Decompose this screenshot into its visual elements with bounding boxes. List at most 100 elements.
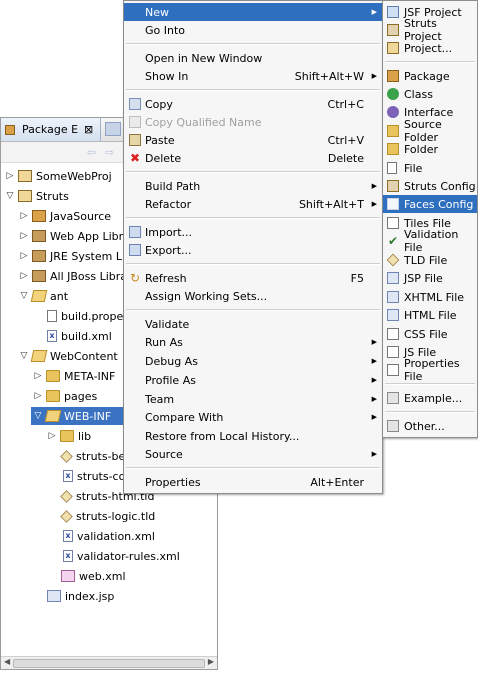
tree-item-index-jsp[interactable]: index.jsp — [47, 587, 114, 605]
tld-file-icon — [386, 253, 400, 267]
tree-item-struts-config[interactable]: x struts-co — [61, 467, 125, 485]
collapse-toggle-icon[interactable]: ▽ — [33, 411, 43, 421]
menu-item-go-into[interactable]: Go Into — [124, 21, 382, 39]
submenu-item-xhtml-file[interactable]: XHTML File — [383, 288, 477, 306]
tree-item-web-app-libraries[interactable]: ▷ Web App Libra — [19, 227, 130, 245]
submenu-item-faces-config[interactable]: Faces Config — [383, 195, 477, 213]
expand-toggle-icon[interactable]: ▷ — [33, 371, 43, 381]
hierarchy-view-tab-icon[interactable] — [105, 122, 121, 136]
tree-item-build-properties[interactable]: build.proper — [45, 307, 128, 325]
project-icon — [18, 190, 32, 202]
menu-item-delete[interactable]: ✖ Delete Delete — [124, 149, 382, 167]
menu-item-open-in-new-window[interactable]: Open in New Window — [124, 49, 382, 67]
tree-item-somewebproj[interactable]: ▷ SomeWebProj — [5, 167, 112, 185]
tree-item-meta-inf[interactable]: ▷ META-INF — [33, 367, 116, 385]
tree-item-javasource[interactable]: ▷ JavaSource — [19, 207, 111, 225]
collapse-toggle-icon[interactable]: ▽ — [19, 291, 29, 301]
collapse-toggle-icon[interactable]: ▽ — [19, 351, 29, 361]
menu-item-build-path[interactable]: Build Path ▶ — [124, 177, 382, 195]
package-explorer-tab[interactable]: Package E ⊠ — [1, 118, 101, 141]
tree-item-jre-system-library[interactable]: ▷ JRE System Lib — [19, 247, 133, 265]
menu-separator — [126, 309, 380, 311]
expand-toggle-icon[interactable]: ▷ — [19, 211, 29, 221]
menu-item-validate[interactable]: Validate — [124, 315, 382, 333]
scrollbar-thumb[interactable] — [13, 659, 205, 668]
menu-item-compare-with[interactable]: Compare With ▶ — [124, 408, 382, 426]
menu-item-debug-as[interactable]: Debug As ▶ — [124, 352, 382, 370]
back-arrow-icon[interactable]: ⇦ — [87, 146, 96, 159]
xml-file-icon: x — [63, 470, 73, 482]
submenu-item-folder[interactable]: Folder — [383, 140, 477, 158]
expand-toggle-icon[interactable]: ▷ — [19, 231, 29, 241]
menu-item-restore-local-history[interactable]: Restore from Local History... — [124, 427, 382, 445]
menu-item-refresh[interactable]: ↻ Refresh F5 — [124, 269, 382, 287]
scroll-right-icon[interactable]: ▶ — [208, 657, 214, 666]
submenu-item-class[interactable]: Class — [383, 85, 477, 103]
expand-toggle-icon[interactable]: ▷ — [33, 391, 43, 401]
submenu-item-struts-project[interactable]: Struts Project — [383, 17, 477, 43]
menu-item-team[interactable]: Team ▶ — [124, 390, 382, 408]
expand-toggle-icon[interactable]: ▷ — [19, 271, 29, 281]
tree-item-build-xml[interactable]: x build.xml — [45, 327, 112, 345]
submenu-item-validation-file[interactable]: ✔ Validation File — [383, 228, 477, 254]
tree-item-struts[interactable]: ▽ Struts — [5, 187, 69, 205]
menu-item-export[interactable]: Export... — [124, 241, 382, 259]
interface-icon — [387, 106, 399, 118]
tree-item-webcontent[interactable]: ▽ WebContent — [19, 347, 118, 365]
menu-item-copy-qualified-name[interactable]: Copy Qualified Name — [124, 113, 382, 131]
expand-toggle-icon[interactable]: ▷ — [5, 171, 15, 181]
menu-separator — [126, 171, 380, 173]
close-icon[interactable]: ⊠ — [84, 123, 93, 136]
forward-arrow-icon[interactable]: ⇨ — [105, 146, 114, 159]
copy-qualified-icon — [129, 116, 141, 128]
menu-separator — [385, 383, 475, 385]
package-explorer-tab-label: Package E — [22, 123, 79, 136]
submenu-item-properties-file[interactable]: Properties File — [383, 357, 477, 383]
folder-icon — [46, 370, 60, 382]
project-icon — [18, 170, 32, 182]
submenu-item-tld-file[interactable]: TLD File — [383, 251, 477, 269]
menu-item-show-in[interactable]: Show In Shift+Alt+W ▶ — [124, 67, 382, 85]
menu-item-import[interactable]: Import... — [124, 223, 382, 241]
tree-item-web-xml[interactable]: web.xml — [61, 567, 126, 585]
submenu-item-css-file[interactable]: CSS File — [383, 325, 477, 343]
tree-item-struts-logic-tld[interactable]: struts-logic.tld — [60, 507, 155, 525]
tree-item-pages[interactable]: ▷ pages — [33, 387, 98, 405]
submenu-item-jsp-file[interactable]: JSP File — [383, 269, 477, 287]
tree-item-label: Struts — [36, 189, 69, 203]
tree-item-struts-bean[interactable]: struts-be — [60, 447, 125, 465]
tld-file-icon — [60, 449, 73, 463]
menu-item-new[interactable]: New ▶ — [124, 3, 382, 21]
submenu-item-file[interactable]: File — [383, 159, 477, 177]
menu-item-assign-working-sets[interactable]: Assign Working Sets... — [124, 287, 382, 305]
submenu-item-struts-config[interactable]: Struts Config — [383, 177, 477, 195]
expand-toggle-icon[interactable]: ▷ — [19, 251, 29, 261]
menu-item-properties[interactable]: Properties Alt+Enter — [124, 473, 382, 491]
submenu-item-source-folder[interactable]: Source Folder — [383, 118, 477, 144]
submenu-item-other[interactable]: Other... — [383, 417, 477, 435]
menu-item-copy[interactable]: Copy Ctrl+C — [124, 95, 382, 113]
submenu-item-project[interactable]: Project... — [383, 39, 477, 57]
submenu-item-example[interactable]: Example... — [383, 389, 477, 407]
scroll-left-icon[interactable]: ◀ — [4, 657, 10, 666]
library-icon — [32, 230, 46, 242]
tree-item-validator-rules-xml[interactable]: x validator-rules.xml — [61, 547, 180, 565]
tree-item-validation-xml[interactable]: x validation.xml — [61, 527, 155, 545]
import-icon — [129, 226, 141, 238]
tree-item-lib[interactable]: ▷ lib — [47, 427, 92, 445]
collapse-toggle-icon[interactable]: ▽ — [5, 191, 15, 201]
menu-item-profile-as[interactable]: Profile As ▶ — [124, 371, 382, 389]
menu-item-refactor[interactable]: Refactor Shift+Alt+T ▶ — [124, 195, 382, 213]
menu-item-paste[interactable]: Paste Ctrl+V — [124, 131, 382, 149]
folder-icon — [46, 390, 60, 402]
menu-item-run-as[interactable]: Run As ▶ — [124, 333, 382, 351]
submenu-item-html-file[interactable]: HTML File — [383, 306, 477, 324]
library-icon — [32, 250, 46, 262]
tree-item-all-jboss-libraries[interactable]: ▷ All JBoss Librar — [19, 267, 132, 285]
tree-item-ant[interactable]: ▽ ant — [19, 287, 69, 305]
horizontal-scrollbar[interactable]: ◀ ▶ — [1, 656, 217, 669]
expand-toggle-icon[interactable]: ▷ — [47, 431, 57, 441]
tree-item-web-inf[interactable]: ▽ WEB-INF — [31, 407, 131, 425]
submenu-item-package[interactable]: Package — [383, 67, 477, 85]
menu-item-source[interactable]: Source ▶ — [124, 445, 382, 463]
